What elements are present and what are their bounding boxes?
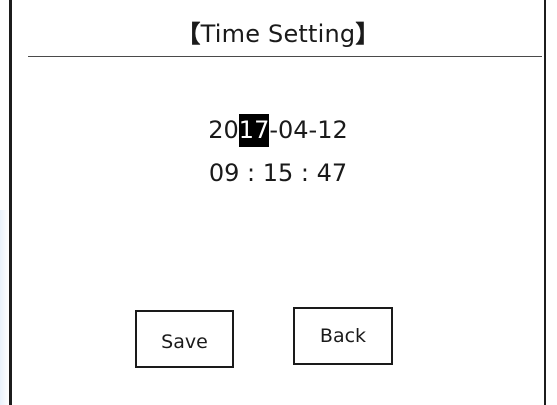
background-shade: [0, 210, 9, 405]
year-prefix[interactable]: 20: [208, 116, 239, 144]
back-button[interactable]: Back: [293, 307, 393, 365]
title-open-bracket: 【: [176, 20, 201, 48]
left-border: [9, 0, 12, 405]
page-title: 【Time Setting】: [12, 14, 544, 54]
time-field[interactable]: 09 : 15 : 47: [12, 155, 544, 191]
title-close-bracket: 】: [355, 20, 380, 48]
header-divider: [28, 56, 542, 57]
year-selected-digits[interactable]: 17: [238, 114, 270, 147]
month-day[interactable]: -04-12: [269, 116, 347, 144]
right-border: [544, 0, 546, 405]
title-text: Time Setting: [200, 20, 356, 48]
save-button[interactable]: Save: [135, 310, 234, 368]
date-field[interactable]: 2017-04-12: [12, 112, 544, 148]
